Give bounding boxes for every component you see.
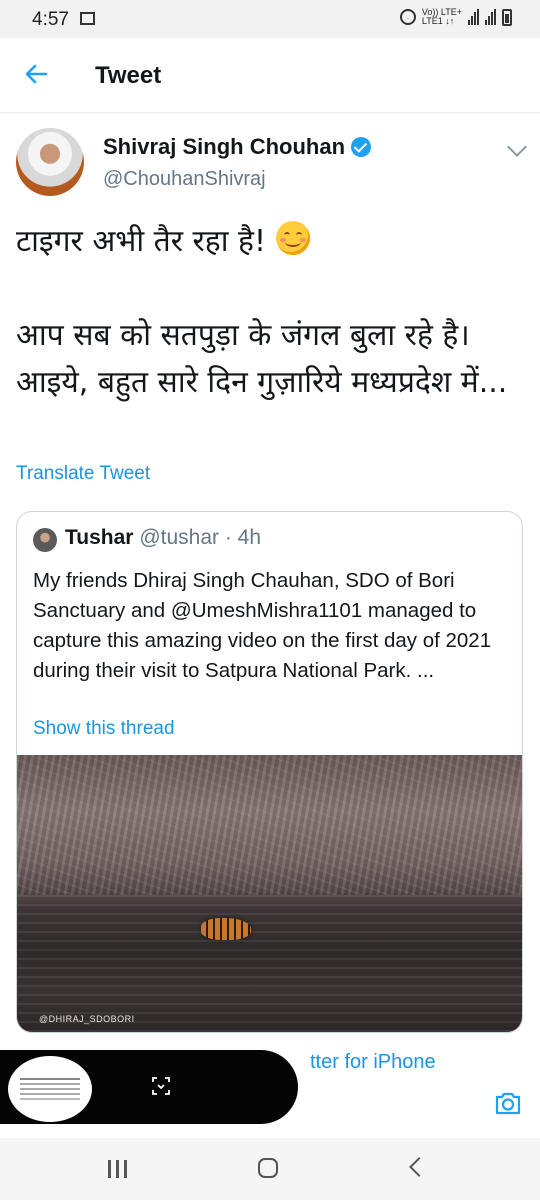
video-water [17,895,522,1032]
quoted-time: · 4h [224,526,262,549]
quoted-text: My friends Dhiraj Singh Chauhan, SDO of … [33,569,492,682]
author-name[interactable]: Shivraj Singh Chouhan [103,134,345,160]
video-riverbank [17,755,522,895]
app-header: Tweet [0,38,540,113]
verified-badge-icon [351,137,372,157]
quoted-avatar [33,528,57,552]
android-nav-bar [0,1138,540,1200]
tweet-text: टाइगर अभी तैर रहा है! आप सब को सतपुड़ा क… [16,218,521,406]
tweet-source-link[interactable]: tter for iPhone [310,1051,436,1074]
status-icons: Vo)) LTE+ LTE1 ↓↑ [399,8,512,26]
nav-back-icon[interactable] [409,1157,429,1177]
status-bar: 4:57 Vo)) LTE+ LTE1 ↓↑ [0,0,540,38]
home-icon[interactable] [258,1158,278,1178]
quoted-video[interactable]: @DHIRAJ_SDOBORI [17,755,522,1032]
gallery-notification-icon [80,12,95,25]
quoted-tweet-card[interactable]: Tushar @tushar · 4h My friends Dhiraj Si… [16,511,523,1033]
author-avatar[interactable] [16,128,84,196]
video-watermark: @DHIRAJ_SDOBORI [39,1014,135,1024]
tweet-line-1: टाइगर अभी तैर रहा है! [16,218,521,265]
tweet-paragraph-2: आप सब को सतपुड़ा के जंगल बुला रहे है। आइ… [16,318,508,400]
author-name-row[interactable]: Shivraj Singh Chouhan [103,134,372,160]
tweet-line-1-text: टाइगर अभी तैर रहा है! [16,224,267,259]
swimming-tiger [201,918,251,940]
network-label: Vo)) LTE+ LTE1 ↓↑ [422,8,462,26]
back-arrow-icon[interactable] [22,60,50,88]
translate-tweet-link[interactable]: Translate Tweet [16,463,150,485]
quoted-handle: @tushar [139,526,219,549]
recent-apps-icon[interactable] [108,1160,128,1178]
scroll-capture-icon[interactable] [151,1076,171,1096]
screenshot-thumbnail[interactable] [8,1056,92,1122]
quoted-header: Tushar @tushar · 4h [65,526,261,550]
alarm-icon [399,9,416,25]
signal-2-icon [485,9,496,25]
status-time: 4:57 [32,9,69,30]
chevron-down-icon[interactable] [507,137,527,157]
smiling-face-icon [275,221,310,255]
author-handle[interactable]: @ChouhanShivraj [103,168,266,191]
camera-icon[interactable] [494,1090,522,1116]
show-thread-link[interactable]: Show this thread [33,718,175,740]
screenshot-preview-pill[interactable] [0,1050,298,1124]
quoted-name: Tushar [65,526,134,549]
page-title: Tweet [95,62,162,89]
battery-icon [502,8,512,26]
network-label-bottom: LTE1 ↓↑ [421,16,455,26]
signal-1-icon [468,9,479,25]
